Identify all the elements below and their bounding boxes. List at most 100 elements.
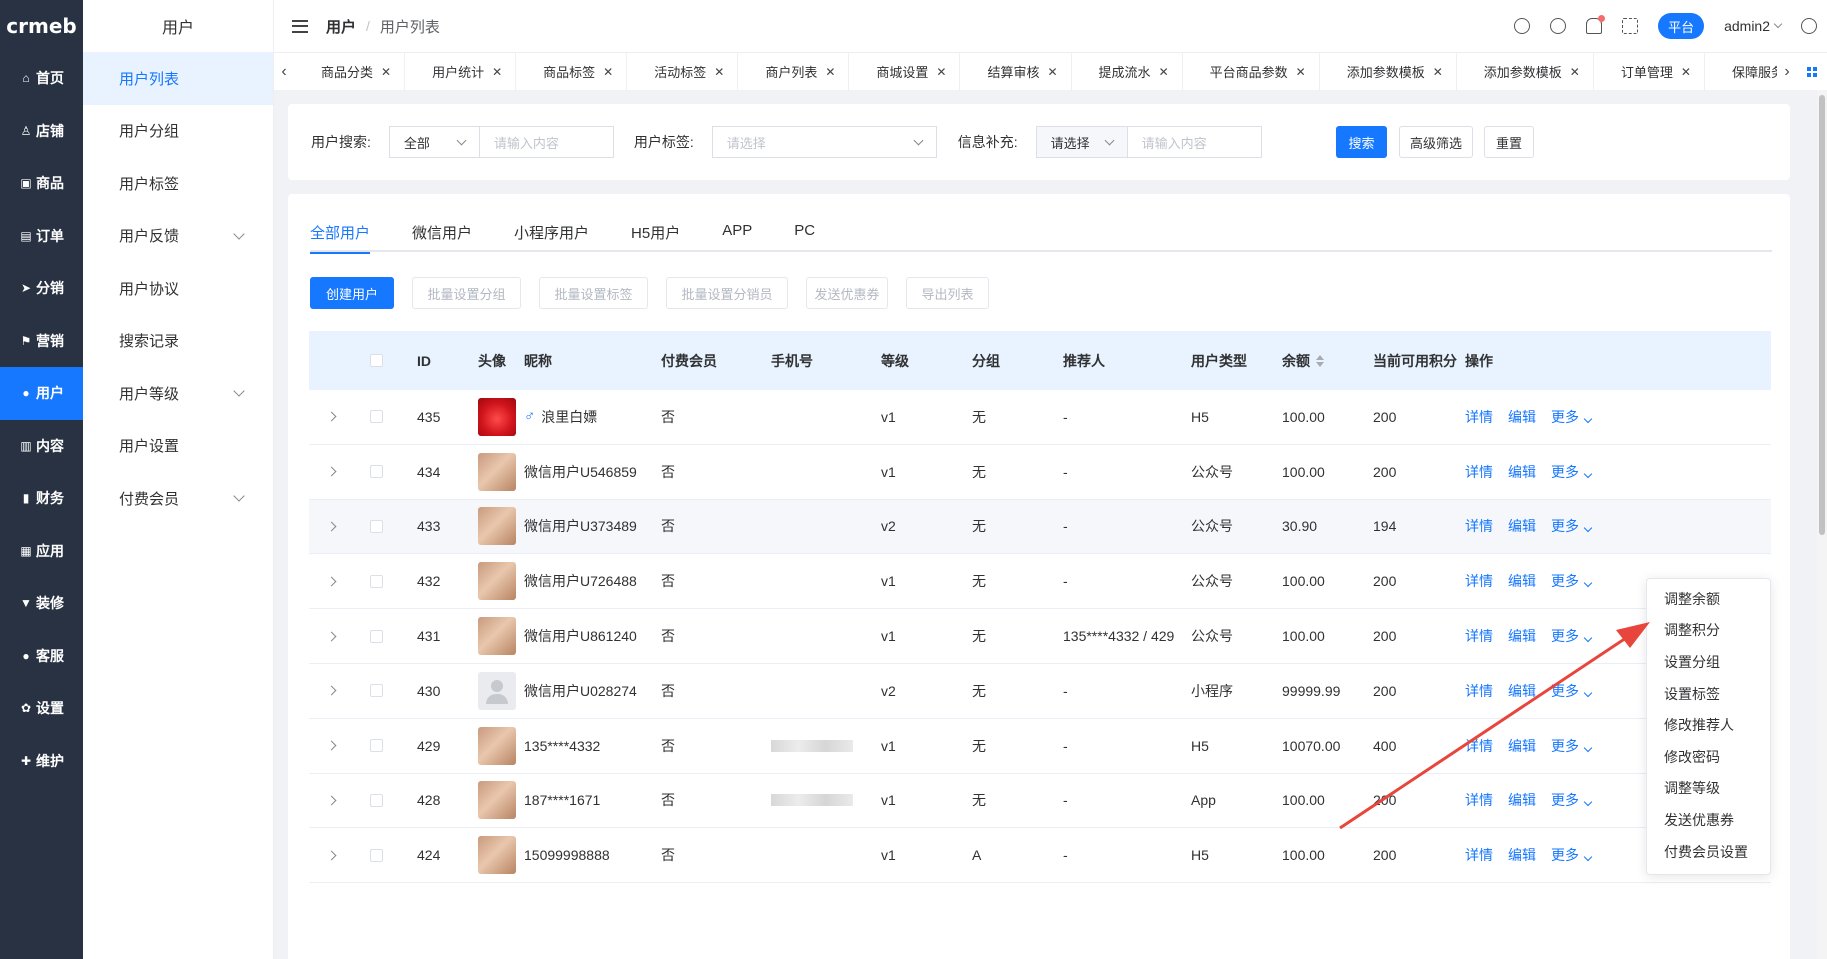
platform-badge[interactable]: 平台: [1658, 13, 1705, 39]
dropdown-item[interactable]: 设置标签: [1647, 678, 1770, 710]
chevron-right-icon[interactable]: [326, 795, 337, 806]
close-icon[interactable]: ✕: [936, 65, 946, 79]
nav-item-store[interactable]: ♙ 店铺: [0, 105, 83, 158]
close-icon[interactable]: ✕: [1570, 65, 1580, 79]
edit-link[interactable]: 编辑: [1508, 845, 1536, 865]
sub-sidebar-item[interactable]: 用户设置: [83, 420, 273, 473]
more-link[interactable]: 更多: [1551, 462, 1593, 482]
row-select[interactable]: [370, 664, 383, 718]
col-balance[interactable]: 余额: [1282, 331, 1324, 390]
row-expand[interactable]: [326, 774, 337, 828]
row-expand[interactable]: [326, 445, 337, 499]
page-tab[interactable]: 活动标签 ✕: [627, 53, 739, 90]
sub-sidebar-item[interactable]: 用户反馈: [83, 210, 273, 263]
chevron-right-icon[interactable]: [326, 411, 337, 422]
refresh-icon[interactable]: [1514, 18, 1531, 34]
page-tab[interactable]: 用户统计 ✕: [405, 53, 517, 90]
detail-link[interactable]: 详情: [1465, 407, 1493, 427]
page-scrollbar-thumb[interactable]: [1819, 95, 1825, 535]
row-select[interactable]: [370, 609, 383, 663]
chevron-right-icon[interactable]: [326, 466, 337, 477]
user-type-tab[interactable]: H5用户: [631, 222, 680, 252]
detail-link[interactable]: 详情: [1465, 571, 1493, 591]
row-expand[interactable]: [326, 664, 337, 718]
edit-link[interactable]: 编辑: [1508, 626, 1536, 646]
table-row[interactable]: 432 微信用户U726488 否 v1 无 - 公众号 100.00 200 详情 编辑 更多: [309, 554, 1771, 610]
close-icon[interactable]: ✕: [603, 65, 613, 79]
row-checkbox[interactable]: [370, 574, 383, 588]
user-tag-select[interactable]: 请选择: [711, 126, 937, 158]
nav-item-maintenance[interactable]: ✚ 维护: [0, 735, 83, 788]
sub-sidebar-item[interactable]: 用户标签: [83, 157, 273, 210]
batch-set-tag-button[interactable]: 批量设置标签: [539, 277, 648, 309]
info-supplement-input[interactable]: 请输入内容: [1127, 126, 1262, 158]
detail-link[interactable]: 详情: [1465, 845, 1493, 865]
reset-button[interactable]: 重置: [1484, 126, 1534, 158]
nav-item-content[interactable]: ▥ 内容: [0, 420, 83, 473]
close-icon[interactable]: ✕: [714, 65, 724, 79]
chevron-right-icon[interactable]: [326, 521, 337, 532]
chevron-right-icon[interactable]: [326, 850, 337, 861]
edit-link[interactable]: 编辑: [1508, 736, 1536, 756]
edit-link[interactable]: 编辑: [1508, 571, 1536, 591]
page-tab[interactable]: 结算审核 ✕: [960, 53, 1072, 90]
row-select[interactable]: [370, 554, 383, 608]
more-link[interactable]: 更多: [1551, 681, 1593, 701]
close-icon[interactable]: ✕: [1681, 65, 1691, 79]
sort-icon[interactable]: [1316, 354, 1324, 367]
detail-link[interactable]: 详情: [1465, 790, 1493, 810]
notification-bell-icon[interactable]: [1586, 15, 1606, 34]
batch-set-group-button[interactable]: 批量设置分组: [412, 277, 521, 309]
row-expand[interactable]: [326, 609, 337, 663]
page-tab[interactable]: 商城设置 ✕: [849, 53, 961, 90]
detail-link[interactable]: 详情: [1465, 681, 1493, 701]
close-icon[interactable]: ✕: [1159, 65, 1169, 79]
nav-item-home[interactable]: ⌂ 首页: [0, 52, 83, 105]
send-coupon-button[interactable]: 发送优惠券: [806, 277, 888, 309]
page-tab[interactable]: 商品标签 ✕: [516, 53, 628, 90]
fullscreen-icon[interactable]: [1622, 18, 1639, 34]
nav-item-marketing[interactable]: ⚑ 营销: [0, 315, 83, 368]
table-row[interactable]: 430 微信用户U028274 否 v2 无 - 小程序 99999.99 200 详情 编辑 更多: [309, 664, 1771, 719]
row-expand[interactable]: [326, 554, 337, 608]
user-type-tab[interactable]: 全部用户: [310, 222, 371, 254]
info-supplement-select[interactable]: 请选择: [1035, 126, 1128, 158]
more-link[interactable]: 更多: [1551, 571, 1593, 591]
table-row[interactable]: 424 15099998888 否 v1 A - H5 100.00 200 详情 编辑 更多: [309, 828, 1771, 884]
export-list-button[interactable]: 导出列表: [906, 277, 989, 309]
user-search-input[interactable]: 请输入内容: [479, 126, 614, 158]
sub-sidebar-item[interactable]: 用户等级: [83, 367, 273, 420]
tabs-menu-grid-icon[interactable]: [1797, 66, 1827, 77]
user-type-tab[interactable]: APP: [722, 222, 752, 252]
dropdown-item[interactable]: 修改推荐人: [1647, 709, 1770, 741]
close-icon[interactable]: ✕: [381, 65, 391, 79]
user-search-type-select[interactable]: 全部: [388, 126, 480, 158]
table-row[interactable]: 431 微信用户U861240 否 v1 无 135****4332 / 429 公众号 10…: [309, 609, 1771, 664]
row-select[interactable]: [370, 828, 383, 882]
close-icon[interactable]: ✕: [1433, 65, 1443, 79]
dropdown-item[interactable]: 调整余额: [1647, 583, 1770, 615]
sub-sidebar-item[interactable]: 用户分组: [83, 105, 273, 158]
menu-toggle-icon[interactable]: [292, 19, 308, 33]
more-link[interactable]: 更多: [1551, 845, 1593, 865]
sub-sidebar-item[interactable]: 搜索记录: [83, 315, 273, 368]
nav-item-distribution[interactable]: ➤ 分销: [0, 262, 83, 315]
edit-link[interactable]: 编辑: [1508, 516, 1536, 536]
page-tab[interactable]: 平台商品参数 ✕: [1183, 53, 1320, 90]
chevron-right-icon[interactable]: [326, 685, 337, 696]
page-tab[interactable]: 商品分类 ✕: [294, 53, 406, 90]
nav-item-decoration[interactable]: ▼ 装修: [0, 577, 83, 630]
nav-item-settings[interactable]: ✿ 设置: [0, 682, 83, 735]
page-tab[interactable]: 添加参数模板 ✕: [1457, 53, 1594, 90]
page-tab[interactable]: 添加参数模板 ✕: [1320, 53, 1457, 90]
more-link[interactable]: 更多: [1551, 626, 1593, 646]
more-link[interactable]: 更多: [1551, 736, 1593, 756]
create-user-button[interactable]: 创建用户: [310, 277, 394, 309]
more-link[interactable]: 更多: [1551, 790, 1593, 810]
detail-link[interactable]: 详情: [1465, 736, 1493, 756]
edit-link[interactable]: 编辑: [1508, 407, 1536, 427]
dropdown-item[interactable]: 设置分组: [1647, 646, 1770, 678]
close-icon[interactable]: ✕: [1296, 65, 1306, 79]
row-checkbox[interactable]: [370, 465, 383, 479]
page-tab[interactable]: 订单管理 ✕: [1594, 53, 1705, 90]
